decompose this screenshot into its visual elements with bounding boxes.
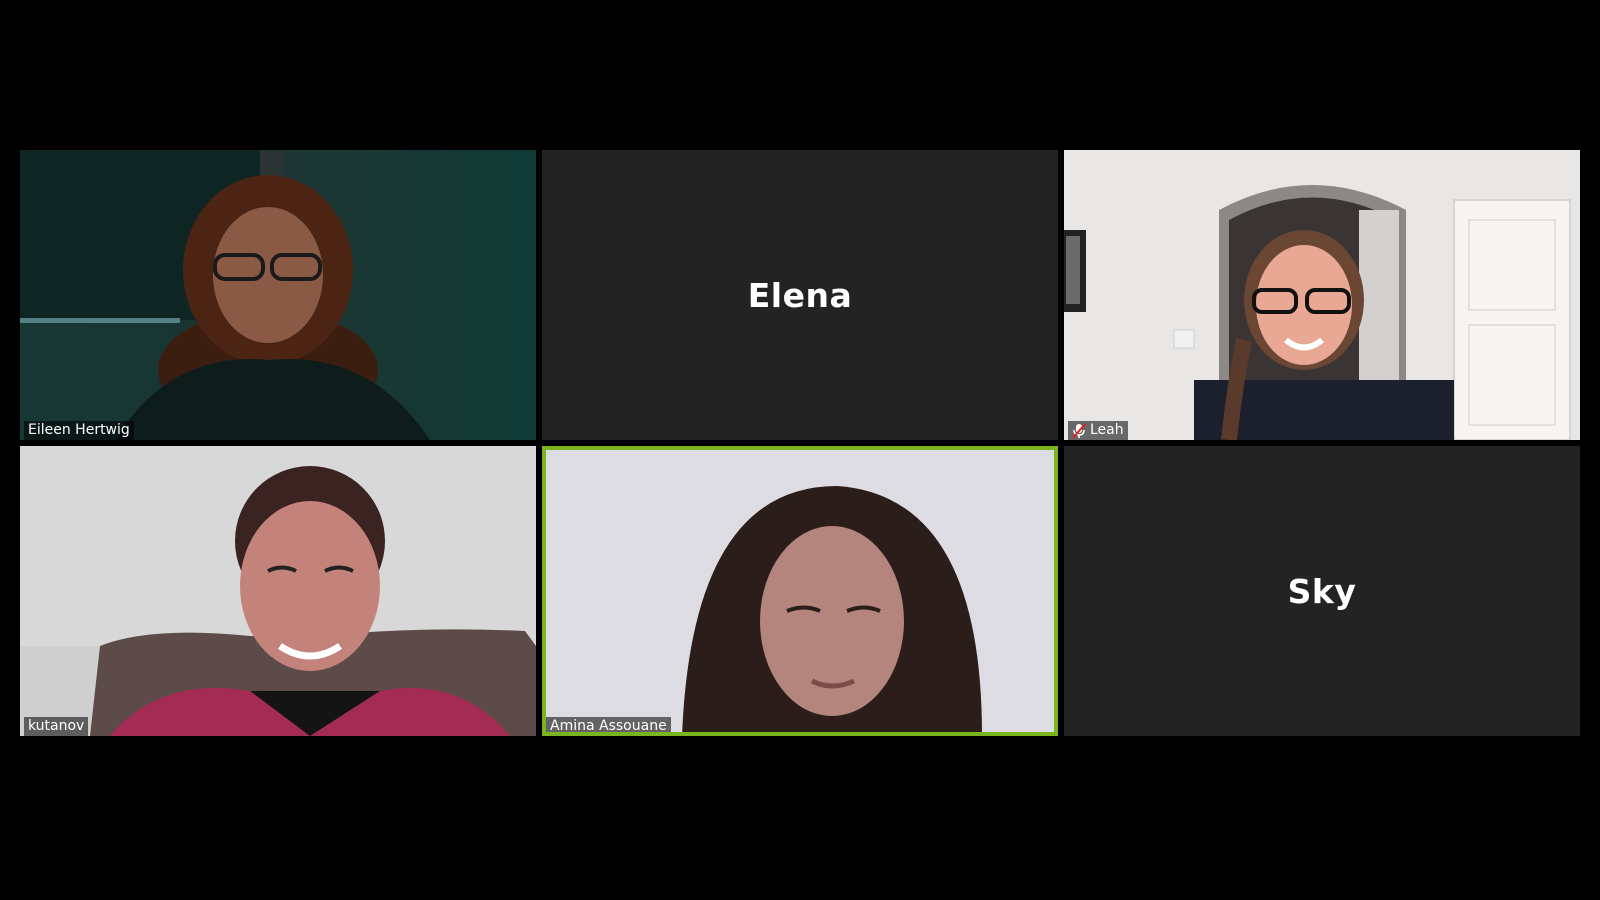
participant-tile-sky[interactable]: Sky <box>1064 446 1580 736</box>
participant-name: Leah <box>1090 422 1124 438</box>
participant-tile-leah[interactable]: Leah <box>1064 150 1580 440</box>
participant-tile-kutanov[interactable]: kutanov <box>20 446 536 736</box>
participant-video <box>20 150 536 440</box>
participant-name: kutanov <box>28 718 85 734</box>
participant-video <box>1064 150 1580 440</box>
participant-name-large: Elena <box>747 275 853 315</box>
participant-name: Eileen Hertwig <box>28 422 130 438</box>
participant-name-large: Sky <box>1287 571 1357 611</box>
participant-tile-amina-assouane[interactable]: Amina Assouane <box>542 446 1058 736</box>
participant-name: Amina Assouane <box>550 718 667 734</box>
mic-muted-icon <box>1072 422 1086 439</box>
participant-tile-eileen-hertwig[interactable]: Eileen Hertwig <box>20 150 536 440</box>
participant-name-tag: kutanov <box>24 717 89 736</box>
gallery-view: Eileen Hertwig Elena Leah kutanov Amina … <box>0 0 1600 900</box>
participant-name-tag: Eileen Hertwig <box>24 421 134 440</box>
participant-name-tag: Amina Assouane <box>546 717 671 736</box>
participant-video <box>542 446 1058 736</box>
participant-video <box>20 446 536 736</box>
participant-tile-elena[interactable]: Elena <box>542 150 1058 440</box>
participant-name-tag: Leah <box>1068 421 1128 440</box>
